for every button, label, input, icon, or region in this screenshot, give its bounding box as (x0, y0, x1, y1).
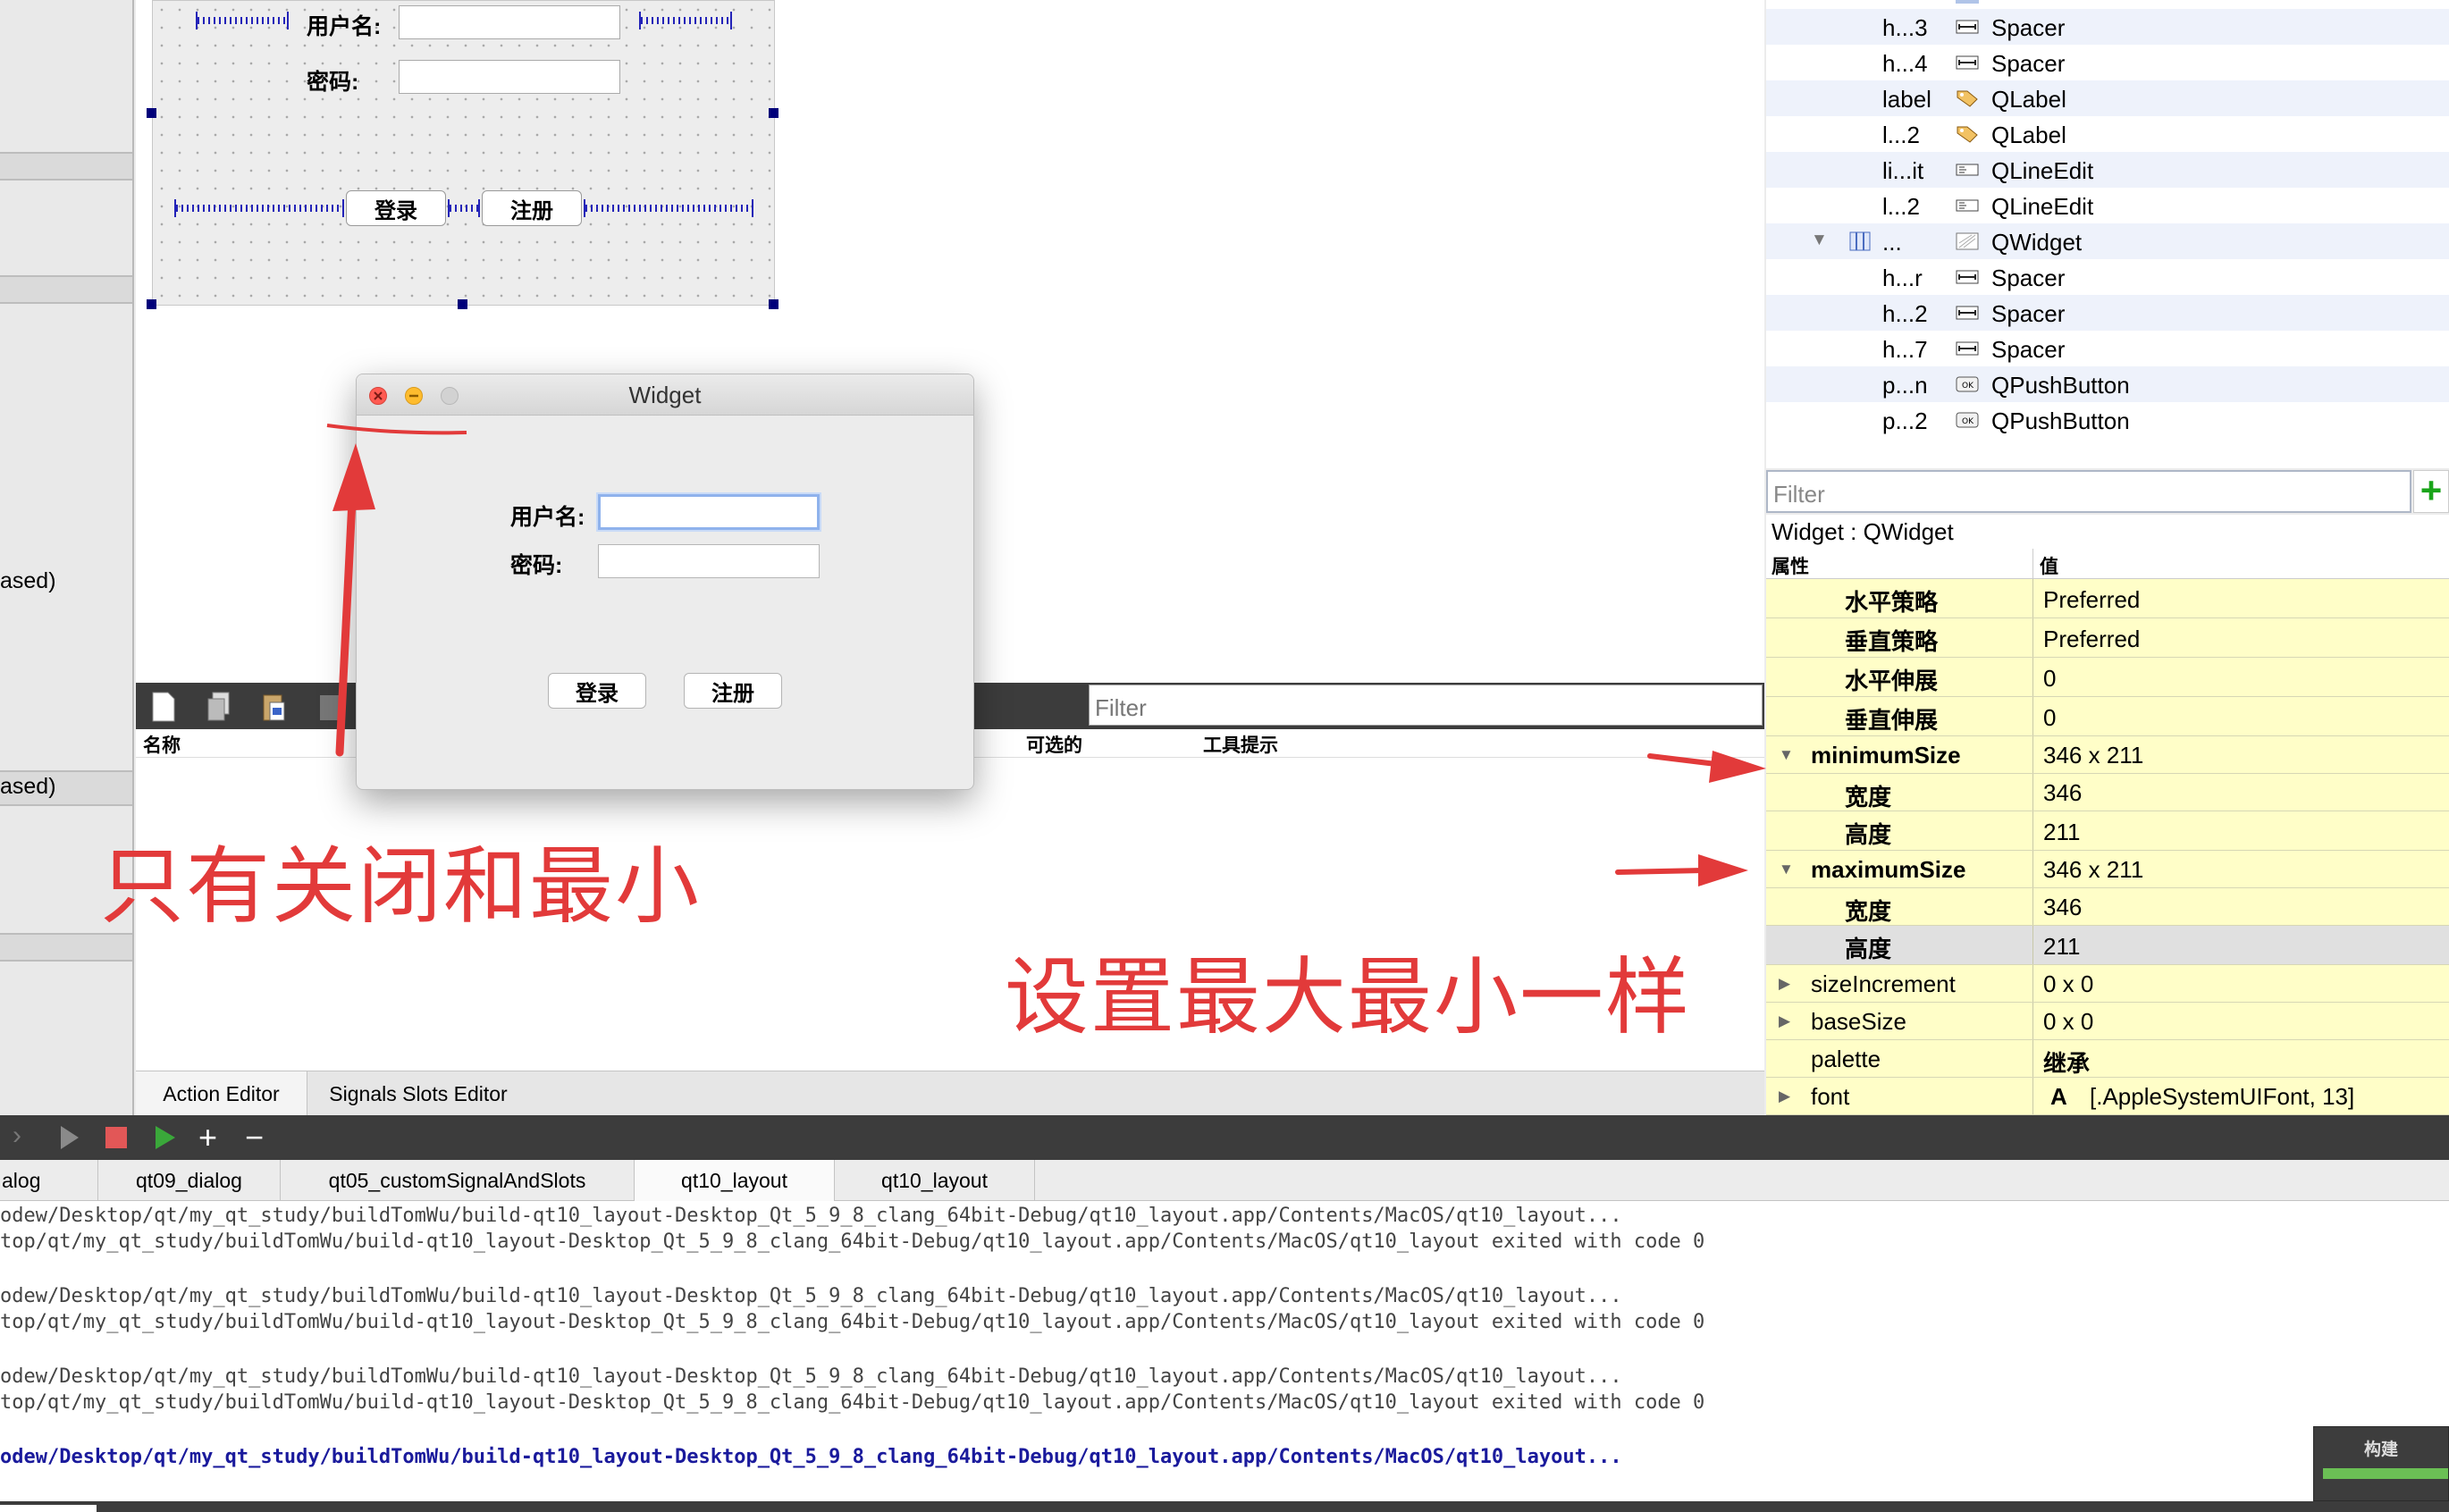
annotation-same-size: 设置最大最小一样 (1005, 950, 1692, 1044)
annotation-close-minimize: 只有关闭和最小 (100, 839, 702, 933)
annotation-arrow-up (335, 496, 357, 757)
qt-creator-window: ased) ased) 用户名: 密码: 登录 注册 Filter 名称 可选的… (0, 0, 2449, 1512)
annotation-underline (326, 424, 467, 435)
annotation-arrows (326, 424, 1766, 886)
annotation-arrowhead (1709, 751, 1766, 783)
annotation-arrowhead (1698, 854, 1748, 886)
annotation-arrow-max-size (1615, 868, 1708, 875)
annotation-arrowhead (332, 443, 375, 511)
